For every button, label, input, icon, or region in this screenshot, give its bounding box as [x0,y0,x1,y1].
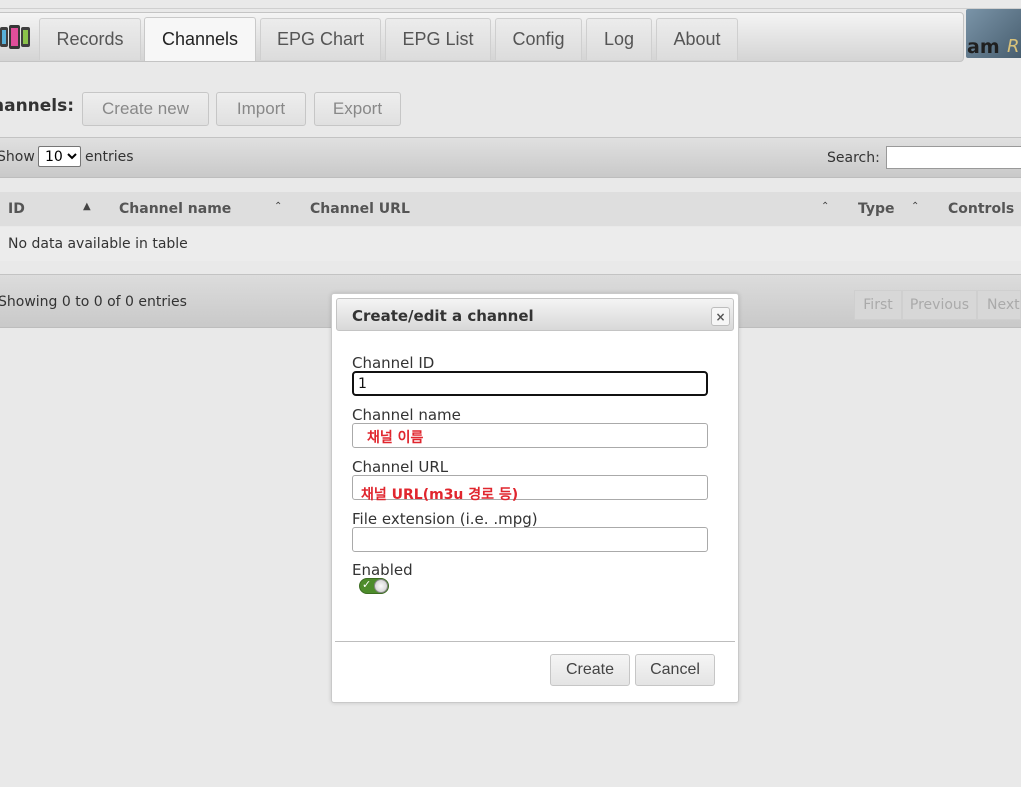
tab-log[interactable]: Log [586,18,652,60]
pagination-previous-button[interactable]: Previous [902,290,977,320]
close-icon[interactable]: × [711,307,730,326]
create-new-button[interactable]: Create new [82,92,209,126]
table-info-text: Showing 0 to 0 of 0 entries [0,294,187,310]
file-extension-label: File extension (i.e. .mpg) [352,510,538,528]
channel-id-label: Channel ID [352,354,435,372]
column-header-controls[interactable]: Controls [948,201,1014,217]
dialog-titlebar: Create/edit a channel × [336,298,734,331]
pagination-next-button[interactable]: Next [977,290,1021,320]
channel-url-input[interactable] [352,475,708,500]
entries-label: entries [85,149,134,165]
sort-icon: ⌃ [821,201,830,212]
tab-about[interactable]: About [656,18,738,60]
app-logo-icon [0,24,30,50]
search-label: Search: [827,150,880,166]
column-header-id[interactable]: ID [8,201,25,217]
channel-url-label: Channel URL [352,458,449,476]
channel-name-input[interactable] [352,423,708,448]
brand-logo: am R [966,9,1021,58]
page-title: hannels: [0,96,75,116]
tab-epg-list[interactable]: EPG List [385,18,491,60]
brand-logo-text: am [967,36,1000,58]
empty-table-text: No data available in table [8,236,188,252]
search-input[interactable] [886,146,1021,169]
top-border [0,8,1021,9]
sort-icon: ⌃ [911,201,920,212]
enabled-label: Enabled [352,561,413,579]
export-button[interactable]: Export [314,92,401,126]
sort-asc-icon: ▲ [83,201,91,212]
import-button[interactable]: Import [216,92,306,126]
tab-records[interactable]: Records [39,18,141,60]
enabled-toggle[interactable]: ✓ [359,578,389,594]
tab-config[interactable]: Config [495,18,582,60]
dialog-separator [335,641,735,642]
pagination-first-button[interactable]: First [854,290,902,320]
dialog-title: Create/edit a channel [352,307,534,325]
file-extension-input[interactable] [352,527,708,552]
column-header-type[interactable]: Type [858,201,895,217]
tab-channels[interactable]: Channels [144,17,256,61]
cancel-button[interactable]: Cancel [635,654,715,686]
channel-name-label: Channel name [352,406,461,424]
toggle-knob [374,579,388,593]
check-icon: ✓ [362,578,372,591]
tab-epg-chart[interactable]: EPG Chart [260,18,381,60]
create-button[interactable]: Create [550,654,630,686]
brand-logo-text-2: R [1007,36,1020,57]
entries-select[interactable]: 10 [38,146,81,167]
show-label: Show [0,149,35,165]
sort-icon: ⌃ [274,201,283,212]
channel-id-input[interactable] [352,371,708,396]
column-header-channel-name[interactable]: Channel name [119,201,231,217]
column-header-channel-url[interactable]: Channel URL [310,201,410,217]
create-edit-channel-dialog: Create/edit a channel × Channel ID Chann… [331,293,739,703]
